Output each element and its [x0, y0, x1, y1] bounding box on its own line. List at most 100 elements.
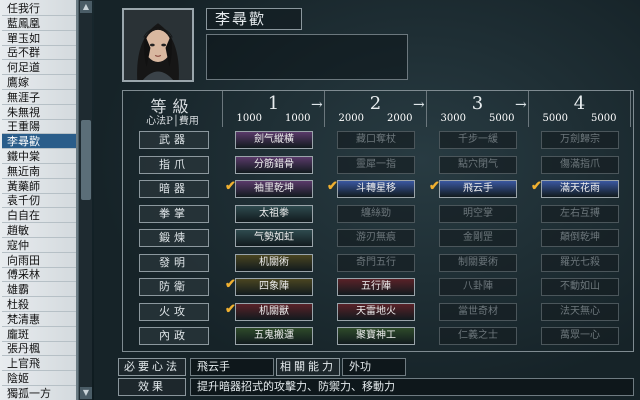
checkmark-icon: ✔: [225, 301, 236, 317]
skill-cell[interactable]: 奇門五行: [337, 253, 415, 272]
skill-cell[interactable]: 藏口奪杖: [337, 131, 415, 149]
skill-cell[interactable]: 滿天花雨: [541, 180, 619, 198]
character-portrait: [122, 8, 194, 82]
character-description-box: [206, 34, 408, 80]
skill-cell[interactable]: 劍气縱橫: [235, 131, 313, 149]
character-list-item[interactable]: 龐斑: [2, 327, 76, 342]
character-list: 任我行 藍鳳凰 單玉如 岳不群 何足道 鷹嫁 無涯子 朱無視 王重陽 李尋歡 鐵中棠 無近南 黃藥師 袁千…: [0, 0, 78, 400]
character-list-item[interactable]: 傅采林: [2, 267, 76, 283]
skill-category-label: 防衛: [139, 278, 209, 296]
scroll-up-arrow-icon[interactable]: ▲: [80, 1, 92, 13]
skill-cell[interactable]: 羅光七殺: [541, 253, 619, 272]
skill-cell[interactable]: 飛云手: [439, 180, 517, 198]
skill-cell[interactable]: 聚寶神工: [337, 327, 415, 345]
skill-cell[interactable]: 仁義之士: [439, 327, 517, 345]
character-list-item[interactable]: 陰姬: [2, 371, 76, 386]
character-list-item[interactable]: 獨孤一方: [2, 386, 76, 400]
related-ability-value: 外功: [342, 358, 406, 376]
character-list-item[interactable]: 黃藥師: [2, 179, 76, 194]
character-list-item[interactable]: 單玉如: [2, 31, 76, 46]
character-list-item[interactable]: 鷹嫁: [2, 75, 76, 90]
character-list-item[interactable]: 趙敏: [2, 223, 76, 238]
skill-cell[interactable]: 万劍歸宗: [541, 131, 619, 149]
skill-cell[interactable]: 不動如山: [541, 278, 619, 296]
character-list-item[interactable]: 雄霸: [2, 282, 76, 298]
skill-cell[interactable]: 明空掌: [439, 204, 517, 223]
effect-label: 效果: [118, 378, 186, 396]
character-list-item[interactable]: 杜殺: [2, 297, 76, 312]
checkmark-icon: ✔: [225, 277, 236, 292]
cost-value: 3000: [440, 113, 466, 124]
skill-cell[interactable]: 天雷地火: [337, 302, 415, 321]
cost-value: 2000: [387, 113, 413, 124]
character-list-item[interactable]: 無涯子: [2, 90, 76, 105]
effect-value: 提升暗器招式的攻擊力、防禦力、移動力: [190, 378, 634, 396]
skill-cell[interactable]: 點穴閉气: [439, 155, 517, 174]
cost-value: 2000: [338, 113, 364, 124]
character-list-item[interactable]: 何足道: [2, 60, 76, 76]
level-column-header: 3 3000 5000: [427, 91, 529, 127]
level-arrow-icon: →: [311, 97, 323, 113]
skill-cell[interactable]: 五鬼搬運: [235, 327, 313, 345]
related-ability-label: 相關能力: [276, 358, 340, 376]
character-list-item[interactable]: 鐵中棠: [2, 149, 76, 164]
level-number: 4: [573, 93, 586, 114]
cost-value: 5000: [591, 113, 617, 124]
character-list-item[interactable]: 向雨田: [2, 253, 76, 268]
checkmark-icon: ✔: [225, 179, 236, 194]
checkmark-icon: ✔: [429, 179, 440, 194]
skill-cell[interactable]: 袖里乾坤: [235, 180, 313, 198]
skill-cell[interactable]: 傷滿指爪: [541, 155, 619, 174]
skill-cell[interactable]: 制關要術: [439, 253, 517, 272]
skill-cell[interactable]: 千步一緩: [439, 131, 517, 149]
level-column-header: 4 5000 5000: [529, 91, 631, 127]
scroll-down-arrow-icon[interactable]: ▼: [80, 387, 92, 399]
character-list-item[interactable]: 任我行: [2, 1, 76, 16]
skill-cell[interactable]: 分筋錯骨: [235, 155, 313, 174]
skill-cell[interactable]: 五行陣: [337, 278, 415, 296]
skill-grid: 等級 心法P│費用 1 1000 1000 → 2 2000 2000 → 3 3000…: [122, 90, 634, 352]
skill-cell[interactable]: 萬眾一心: [541, 327, 619, 345]
character-list-item[interactable]: 無近南: [2, 164, 76, 179]
skill-category-label: 武器: [139, 131, 209, 149]
skill-cell[interactable]: 斗轉星移: [337, 180, 415, 198]
skill-cell[interactable]: 法天無心: [541, 302, 619, 321]
character-list-item[interactable]: 張丹楓: [2, 341, 76, 357]
required-skill-value: 飛云手: [190, 358, 274, 376]
skill-cell[interactable]: 纏絲勁: [337, 204, 415, 223]
character-list-item[interactable]: 李尋歡: [2, 134, 76, 150]
character-list-item[interactable]: 朱無視: [2, 105, 76, 120]
skill-category-label: 火攻: [139, 302, 209, 321]
skill-cell[interactable]: 四象陣: [235, 278, 313, 296]
character-list-item[interactable]: 王重陽: [2, 119, 76, 135]
skill-cell[interactable]: 顛倒乾坤: [541, 229, 619, 247]
skill-cell[interactable]: 气勢如虹: [235, 229, 313, 247]
skill-cell[interactable]: 机關術: [235, 253, 313, 272]
skill-cell[interactable]: 太祖拳: [235, 204, 313, 223]
character-list-item[interactable]: 岳不群: [2, 45, 76, 61]
skill-cell[interactable]: 机關獸: [235, 302, 313, 321]
character-list-item[interactable]: 寇仲: [2, 238, 76, 253]
cost-value: 5000: [489, 113, 515, 124]
skill-cell[interactable]: 當世奇材: [439, 302, 517, 321]
level-column-header: 1 1000 1000: [223, 91, 325, 127]
skill-category-label: 暗器: [139, 180, 209, 198]
character-list-item[interactable]: 白自在: [2, 208, 76, 224]
skill-cell[interactable]: 左右互搏: [541, 204, 619, 223]
character-list-scrollbar[interactable]: ▲ ▼: [78, 0, 92, 400]
skill-cell[interactable]: 游刃無痕: [337, 229, 415, 247]
skill-cell[interactable]: 金剛罡: [439, 229, 517, 247]
cost-value: 1000: [236, 113, 262, 124]
skill-cell[interactable]: 靈犀一指: [337, 155, 415, 174]
skill-cell[interactable]: 八卦陣: [439, 278, 517, 296]
character-list-item[interactable]: 藍鳳凰: [2, 16, 76, 31]
checkmark-icon: ✔: [531, 179, 542, 194]
scroll-thumb[interactable]: [81, 120, 91, 200]
skill-category-label: 指爪: [139, 155, 209, 174]
cost-value: 1000: [285, 113, 311, 124]
character-list-item[interactable]: 梵清惠: [2, 312, 76, 327]
character-list-item[interactable]: 袁千仞: [2, 193, 76, 209]
skill-category-label: 發明: [139, 253, 209, 272]
level-arrow-icon: →: [413, 97, 425, 113]
character-list-item[interactable]: 上官飛: [2, 356, 76, 372]
